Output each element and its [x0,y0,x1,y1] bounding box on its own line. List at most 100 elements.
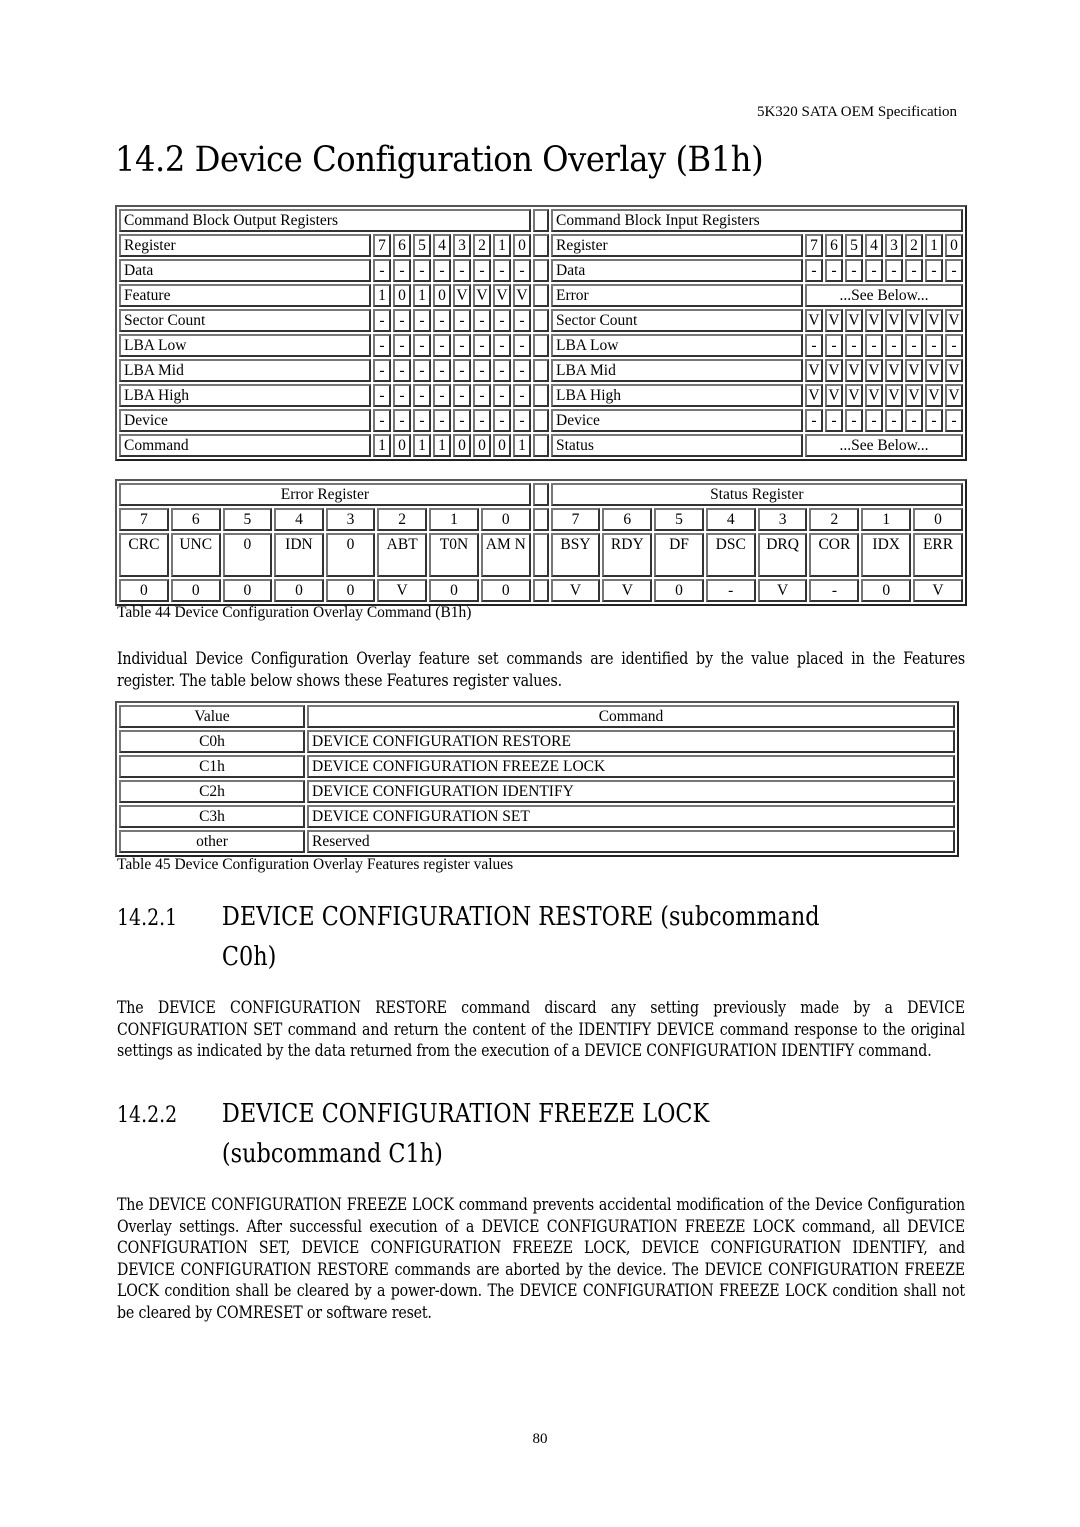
command-header: Command [307,705,955,728]
status-bit-value: V [550,579,601,602]
bit-cell: V [805,384,823,407]
error-bit-name: UNC [170,533,221,577]
error-bit-value: 0 [170,579,221,602]
bit-cell: - [905,259,923,282]
input-registers-header: Command Block Input Registers [551,209,963,232]
spacer-cell [533,309,549,332]
bit-cell: 0 [393,284,411,307]
feature-command: DEVICE CONFIGURATION RESTORE [307,730,955,753]
restore-paragraph: The DEVICE CONFIGURATION RESTORE command… [117,998,965,1060]
subsection-title-line1: DEVICE CONFIGURATION RESTORE (subcommand [221,902,820,932]
spacer-cell [533,434,549,457]
bit-cell: - [413,259,431,282]
bit-cell: - [885,409,903,432]
table-row: 7654321076543210 [119,508,963,531]
bit-cell: - [453,384,471,407]
bit-cell: - [393,359,411,382]
status-bit-number: 4 [705,508,756,531]
bit-cell: - [905,334,923,357]
spacer-cell [532,483,549,506]
bit-cell: 1 [433,434,451,457]
status-bit-name: RDY [602,533,653,577]
bit-cell: - [413,309,431,332]
bit-cell: - [433,334,451,357]
table-row: other Reserved [119,830,955,853]
bit-cell: - [413,384,431,407]
feature-command: DEVICE CONFIGURATION IDENTIFY [307,780,955,803]
status-bit-number: 1 [861,508,912,531]
spacer-cell [533,234,549,257]
error-bit-value: 0 [325,579,376,602]
error-bit-number: 5 [222,508,273,531]
error-register-title: Error Register [119,483,531,506]
table-row: C3h DEVICE CONFIGURATION SET [119,805,955,828]
bit-cell: - [493,384,511,407]
bit-cell: V [825,309,843,332]
bit-cell: V [925,309,943,332]
register-name: Device [551,409,803,432]
table-row: 00000V00VV0-V-0V [119,579,963,602]
bit-cell: 7 [373,234,391,257]
table-row: Device - - - - - - - - Device - - - - - - - - [119,409,963,432]
table-44-caption: Table 44 Device Configuration Overlay Co… [117,604,472,621]
register-name: Feature [119,284,371,307]
status-bit-value: V [602,579,653,602]
feature-value: C3h [119,805,305,828]
bit-cell: 3 [453,234,471,257]
subsection-title-line1: DEVICE CONFIGURATION FREEZE LOCK [221,1099,710,1129]
bit-cell: - [493,334,511,357]
bit-cell: V [885,309,903,332]
bit-cell: - [845,334,863,357]
spacer-cell [533,209,549,232]
status-bit-name: DF [654,533,704,577]
bit-cell: - [513,384,531,407]
bit-cell: 6 [393,234,411,257]
feature-command: DEVICE CONFIGURATION FREEZE LOCK [307,755,955,778]
status-bit-number: 6 [602,508,653,531]
table-row: C1h DEVICE CONFIGURATION FREEZE LOCK [119,755,955,778]
status-bit-name: IDX [861,533,912,577]
spacer-cell [532,508,549,531]
bit-cell: - [473,334,491,357]
bit-cell: V [845,359,863,382]
bit-cell: V [945,359,963,382]
bit-cell: V [905,359,923,382]
bit-cell: V [925,384,943,407]
bit-cell: 2 [905,234,923,257]
bit-cell: - [945,334,963,357]
bit-cell: 1 [413,434,431,457]
register-name: LBA Mid [119,359,371,382]
error-bit-value: V [377,579,428,602]
error-bit-number: 6 [170,508,221,531]
spacer-cell [533,259,549,282]
bit-cell: - [865,334,883,357]
bit-cell: V [453,284,471,307]
bit-cell: - [473,384,491,407]
bit-cell: - [433,409,451,432]
bit-cell: - [825,259,843,282]
spacer-cell [533,284,549,307]
table-row: Data - - - - - - - - Data - - - - - - - - [119,259,963,282]
register-name: LBA Mid [551,359,803,382]
table-row: Sector Count - - - - - - - - Sector Count V V V V V V V V [119,309,963,332]
bit-cell: 4 [865,234,883,257]
bit-cell: - [433,359,451,382]
error-status-register-table: Error Register Status Register 7 6 5 4 3 2 1 0 7 6 5… [115,479,967,606]
bit-cell: - [925,334,943,357]
bit-cell: - [413,359,431,382]
bit-cell: V [845,309,863,332]
bit-cell: - [373,384,391,407]
status-bit-value: V [757,579,808,602]
table-header-row: Command Block Output Registers Command Bl… [119,209,963,232]
spacer-cell [533,409,549,432]
features-register-table: Value Command C0h DEVICE CONFIGURATION REST… [115,701,959,857]
bit-cell: - [393,409,411,432]
bit-cell: - [885,334,903,357]
bit-cell: 5 [845,234,863,257]
bit-cell: - [453,309,471,332]
status-bit-value: - [705,579,756,602]
table-row: LBA Low - - - - - - - - LBA Low - - - - - - - - [119,334,963,357]
bit-cell: - [393,384,411,407]
see-below-cell: ...See Below... [805,284,963,307]
bit-cell: - [493,359,511,382]
